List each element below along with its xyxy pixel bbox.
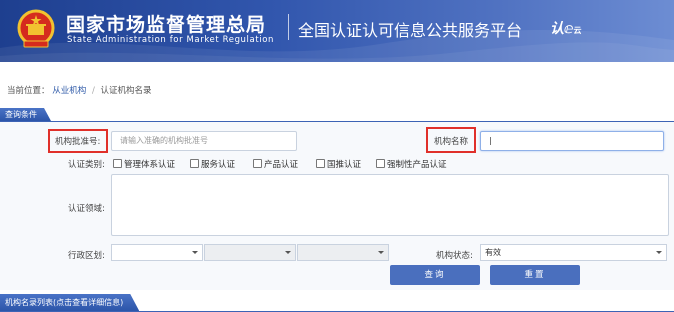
district-select[interactable] <box>297 244 389 261</box>
chevron-down-icon <box>285 251 291 254</box>
breadcrumb-label: 当前位置： <box>7 86 50 96</box>
platform-title: 全国认证认可信息公共服务平台 <box>298 21 523 40</box>
search-button[interactable]: 查询 <box>390 265 480 285</box>
breadcrumb-separator: / <box>91 86 95 96</box>
chevron-down-icon <box>656 251 662 254</box>
chevron-down-icon <box>378 251 384 254</box>
logo-sub-text: 云 <box>573 26 582 35</box>
status-select[interactable]: 有效 <box>480 244 667 261</box>
breadcrumb-item-practitioners[interactable]: 从业机构 <box>52 86 86 96</box>
reset-button[interactable]: 重置 <box>490 265 580 285</box>
approval-no-label: 机构批准号: <box>55 137 101 147</box>
org-name-input[interactable]: | <box>480 131 664 151</box>
category-checkbox-management[interactable] <box>113 159 122 168</box>
breadcrumb: 当前位置： 从业机构 / 认证机构名录 <box>0 80 674 102</box>
status-value: 有效 <box>485 248 501 257</box>
header-divider <box>288 14 289 40</box>
text-cursor: | <box>489 136 492 145</box>
status-label: 机构状态: <box>436 251 473 261</box>
renrenyun-logo[interactable]: 认ⅇ云 <box>550 18 582 38</box>
province-select[interactable] <box>111 244 203 261</box>
query-conditions-tab: 查询条件 <box>0 108 51 121</box>
agency-title-english: State Administration for Market Regulati… <box>67 35 274 45</box>
national-emblem-icon <box>17 9 55 48</box>
category-label-product: 产品认证 <box>264 160 299 170</box>
field-textarea[interactable] <box>111 174 669 236</box>
list-panel-header: 机构名录列表(点击查看详细信息) <box>0 294 674 312</box>
site-header: 国家市场监督管理总局 State Administration for Mark… <box>0 0 674 62</box>
field-label: 认证领域: <box>68 204 105 214</box>
approval-no-input[interactable]: 请输入准确的机构批准号 <box>111 131 297 151</box>
category-label-ccc: 强制性产品认证 <box>387 160 447 170</box>
agency-title: 国家市场监督管理总局 <box>66 14 267 36</box>
query-panel: 机构批准号: 请输入准确的机构批准号 机构名称 | 认证类别: 管理体系认证 服… <box>0 122 674 290</box>
category-checkbox-product[interactable] <box>253 159 262 168</box>
chevron-down-icon <box>192 251 198 254</box>
org-name-label: 机构名称 <box>434 137 469 147</box>
city-select[interactable] <box>204 244 296 261</box>
category-label-management: 管理体系认证 <box>124 160 176 170</box>
breadcrumb-item-current: 认证机构名录 <box>100 86 152 96</box>
query-panel-header: 查询条件 <box>0 108 674 122</box>
logo-text: 认 <box>550 21 564 37</box>
category-label-service: 服务认证 <box>201 160 236 170</box>
region-label: 行政区划: <box>68 251 105 261</box>
category-checkbox-service[interactable] <box>190 159 199 168</box>
category-label-national: 国推认证 <box>327 160 362 170</box>
category-label: 认证类别: <box>68 160 105 170</box>
category-checkbox-ccc[interactable] <box>376 159 385 168</box>
category-checkbox-national[interactable] <box>316 159 325 168</box>
org-list-tab: 机构名录列表(点击查看详细信息) <box>0 294 139 311</box>
